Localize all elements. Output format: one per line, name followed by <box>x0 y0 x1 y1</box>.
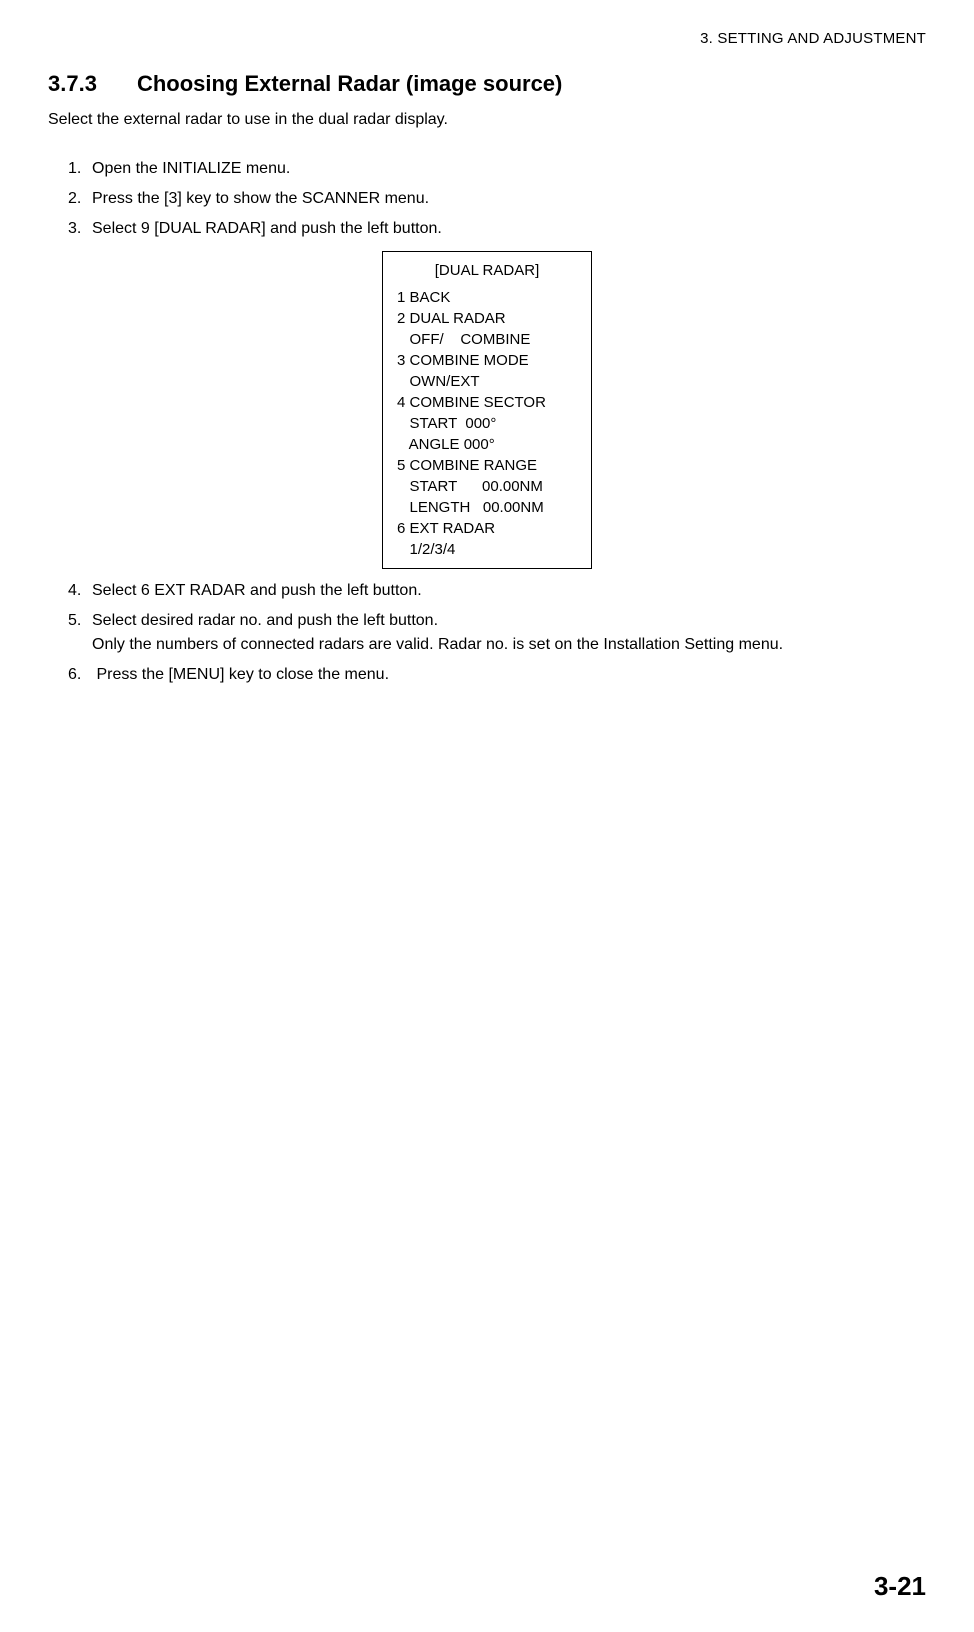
dual-radar-menu: [DUAL RADAR] 1 BACK 2 DUAL RADAR OFF/ CO… <box>382 251 592 569</box>
step-text: Press the [3] key to show the SCANNER me… <box>92 190 429 207</box>
menu-title: [DUAL RADAR] <box>397 260 577 281</box>
step-number: 5. <box>68 609 92 633</box>
menu-line: OWN/EXT <box>397 371 577 392</box>
step-number: 6. <box>68 663 92 687</box>
section-number: 3.7.3 <box>48 71 97 97</box>
menu-box-wrap: [DUAL RADAR] 1 BACK 2 DUAL RADAR OFF/ CO… <box>48 251 926 569</box>
menu-line: 6 EXT RADAR <box>397 518 577 539</box>
step-item: 4.Select 6 EXT RADAR and push the left b… <box>68 579 926 603</box>
menu-line: 4 COMBINE SECTOR <box>397 392 577 413</box>
menu-line: 5 COMBINE RANGE <box>397 455 577 476</box>
step-text: Press the [MENU] key to close the menu. <box>96 666 389 683</box>
step-item: 1.Open the INITIALIZE menu. <box>68 157 926 181</box>
running-header: 3. SETTING AND ADJUSTMENT <box>48 30 926 47</box>
step-item: 5.Select desired radar no. and push the … <box>68 609 926 657</box>
menu-line: LENGTH 00.00NM <box>397 497 577 518</box>
step-text: Select 9 [DUAL RADAR] and push the left … <box>92 220 442 237</box>
steps-list-bottom: 4.Select 6 EXT RADAR and push the left b… <box>68 579 926 687</box>
step-number: 4. <box>68 579 92 603</box>
step-number: 1. <box>68 157 92 181</box>
menu-line: OFF/ COMBINE <box>397 329 577 350</box>
section-title: Choosing External Radar (image source) <box>137 71 562 96</box>
menu-line: START 00.00NM <box>397 476 577 497</box>
step-item: 6. Press the [MENU] key to close the men… <box>68 663 926 687</box>
menu-line: 3 COMBINE MODE <box>397 350 577 371</box>
menu-line: 1 BACK <box>397 287 577 308</box>
section-heading: 3.7.3 Choosing External Radar (image sour… <box>48 71 926 97</box>
step-item: 2.Press the [3] key to show the SCANNER … <box>68 187 926 211</box>
step-number: 2. <box>68 187 92 211</box>
page: 3. SETTING AND ADJUSTMENT 3.7.3 Choosing … <box>0 0 974 1632</box>
page-number: 3-21 <box>874 1571 926 1602</box>
step-note: Only the numbers of connected radars are… <box>92 633 926 657</box>
menu-line: 2 DUAL RADAR <box>397 308 577 329</box>
step-number: 3. <box>68 217 92 241</box>
step-item: 3.Select 9 [DUAL RADAR] and push the lef… <box>68 217 926 241</box>
step-text: Select 6 EXT RADAR and push the left but… <box>92 582 422 599</box>
step-text: Open the INITIALIZE menu. <box>92 160 290 177</box>
menu-line: ANGLE 000° <box>397 434 577 455</box>
step-text: Select desired radar no. and push the le… <box>92 612 438 629</box>
menu-line: 1/2/3/4 <box>397 539 577 560</box>
steps-list-top: 1.Open the INITIALIZE menu. 2.Press the … <box>68 157 926 241</box>
section-intro: Select the external radar to use in the … <box>48 111 926 129</box>
menu-line: START 000° <box>397 413 577 434</box>
